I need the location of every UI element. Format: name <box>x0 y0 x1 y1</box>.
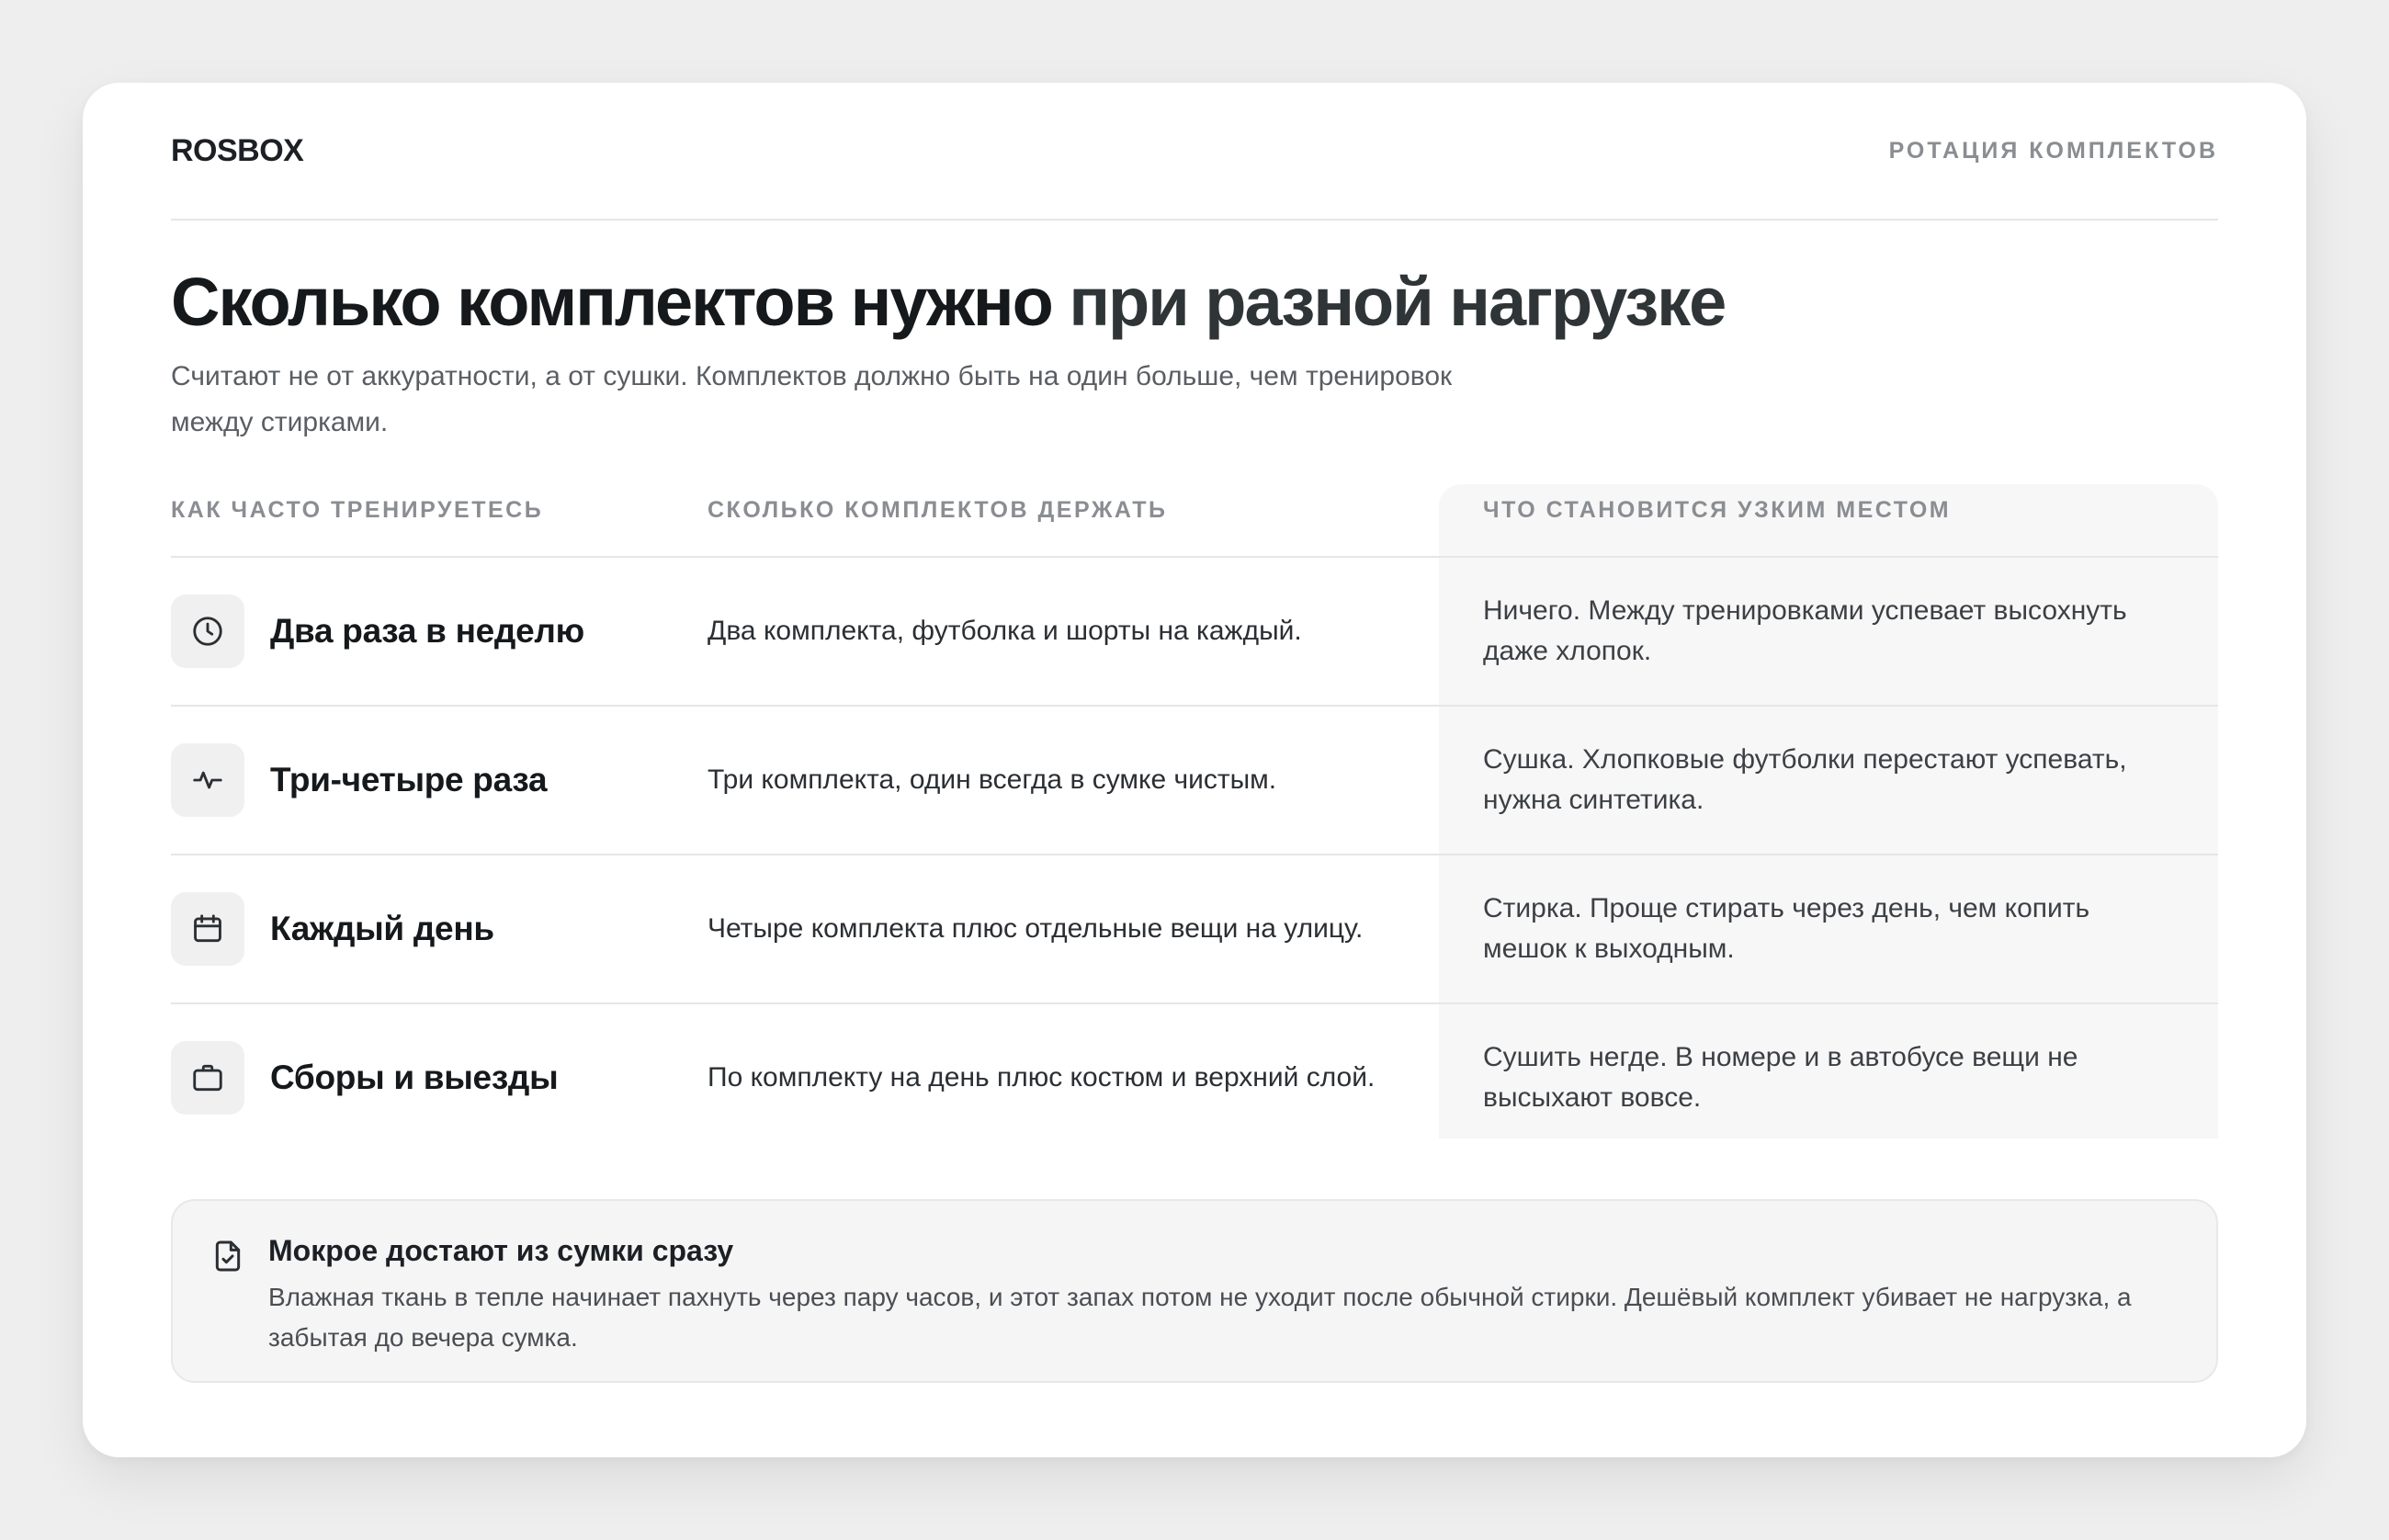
frequency-cell: Три-четыре раза <box>171 743 708 818</box>
page-subtitle: Считают не от аккуратности, а от сушки. … <box>171 361 1453 438</box>
card-inner: ROSBOX РОТАЦИЯ КОМПЛЕКТОВ Сколько компле… <box>171 83 2218 1384</box>
sets-cell: Два комплекта, футболка и шорты на кажды… <box>708 616 1302 647</box>
document-check-icon <box>215 1240 241 1272</box>
tip-note: Мокрое достают из сумки сразу Влажная тк… <box>171 1199 2218 1384</box>
frequency-cell: Каждый день <box>171 892 708 967</box>
calendar-icon <box>171 892 244 967</box>
header-frequency: КАК ЧАСТО ТРЕНИРУЕТЕСЬ <box>171 497 544 524</box>
section-label: РОТАЦИЯ КОМПЛЕКТОВ <box>1888 137 2218 164</box>
note-body: Мокрое достают из сумки сразу Влажная тк… <box>268 1234 2180 1381</box>
clock-icon <box>171 594 244 669</box>
table-row: Два раза в неделю Два комплекта, футболк… <box>171 558 2218 708</box>
page-title: Сколько комплектов нужно при разной нагр… <box>171 263 2218 341</box>
bottleneck-cell: Сушить негде. В номере и в автобусе вещи… <box>1483 1042 2078 1114</box>
sets-cell: По комплекту на день плюс костюм и верхн… <box>708 1062 1376 1093</box>
bottleneck-cell: Сушка. Хлопковые футболки перестают успе… <box>1483 744 2127 816</box>
topbar: ROSBOX РОТАЦИЯ КОМПЛЕКТОВ <box>171 83 2218 221</box>
frequency-label: Три-четыре раза <box>270 761 548 799</box>
header-sets: СКОЛЬКО КОМПЛЕКТОВ ДЕРЖАТЬ <box>708 497 1168 524</box>
brand-logo[interactable]: ROSBOX <box>171 133 304 169</box>
note-title: Мокрое достают из сумки сразу <box>268 1234 734 1268</box>
activity-icon <box>171 743 244 818</box>
bottleneck-cell: Стирка. Проще стирать через день, чем ко… <box>1483 893 2090 965</box>
sets-cell: Три комплекта, один всегда в сумке чисты… <box>708 764 1277 796</box>
frequency-label: Два раза в неделю <box>270 612 584 651</box>
table-row: Каждый день Четыре комплекта плюс отдель… <box>171 855 2218 1005</box>
header-bottleneck: ЧТО СТАНОВИТСЯ УЗКИМ МЕСТОМ <box>1483 497 1952 524</box>
table-row: Сборы и выезды По комплекту на день плюс… <box>171 1004 2218 1151</box>
frequency-cell: Два раза в неделю <box>171 594 708 669</box>
sets-cell: Четыре комплекта плюс отдельные вещи на … <box>708 913 1364 945</box>
page-title-strong: Сколько комплектов нужно <box>171 264 1054 340</box>
briefcase-icon <box>171 1041 244 1115</box>
frequency-cell: Сборы и выезды <box>171 1041 708 1115</box>
bottleneck-cell: Ничего. Между тренировками успевает высо… <box>1483 595 2127 667</box>
frequency-label: Каждый день <box>270 910 494 948</box>
frequency-label: Сборы и выезды <box>270 1059 559 1097</box>
rotation-table: КАК ЧАСТО ТРЕНИРУЕТЕСЬ СКОЛЬКО КОМПЛЕКТО… <box>171 484 2218 1151</box>
content-card: ROSBOX РОТАЦИЯ КОМПЛЕКТОВ Сколько компле… <box>83 83 2306 1457</box>
page-title-rest: при разной нагрузке <box>1069 264 1727 340</box>
note-text: Влажная ткань в тепле начинает пахнуть ч… <box>268 1283 2132 1353</box>
table-header: КАК ЧАСТО ТРЕНИРУЕТЕСЬ СКОЛЬКО КОМПЛЕКТО… <box>171 497 2218 559</box>
table-row: Три-четыре раза Три комплекта, один всег… <box>171 707 2218 856</box>
